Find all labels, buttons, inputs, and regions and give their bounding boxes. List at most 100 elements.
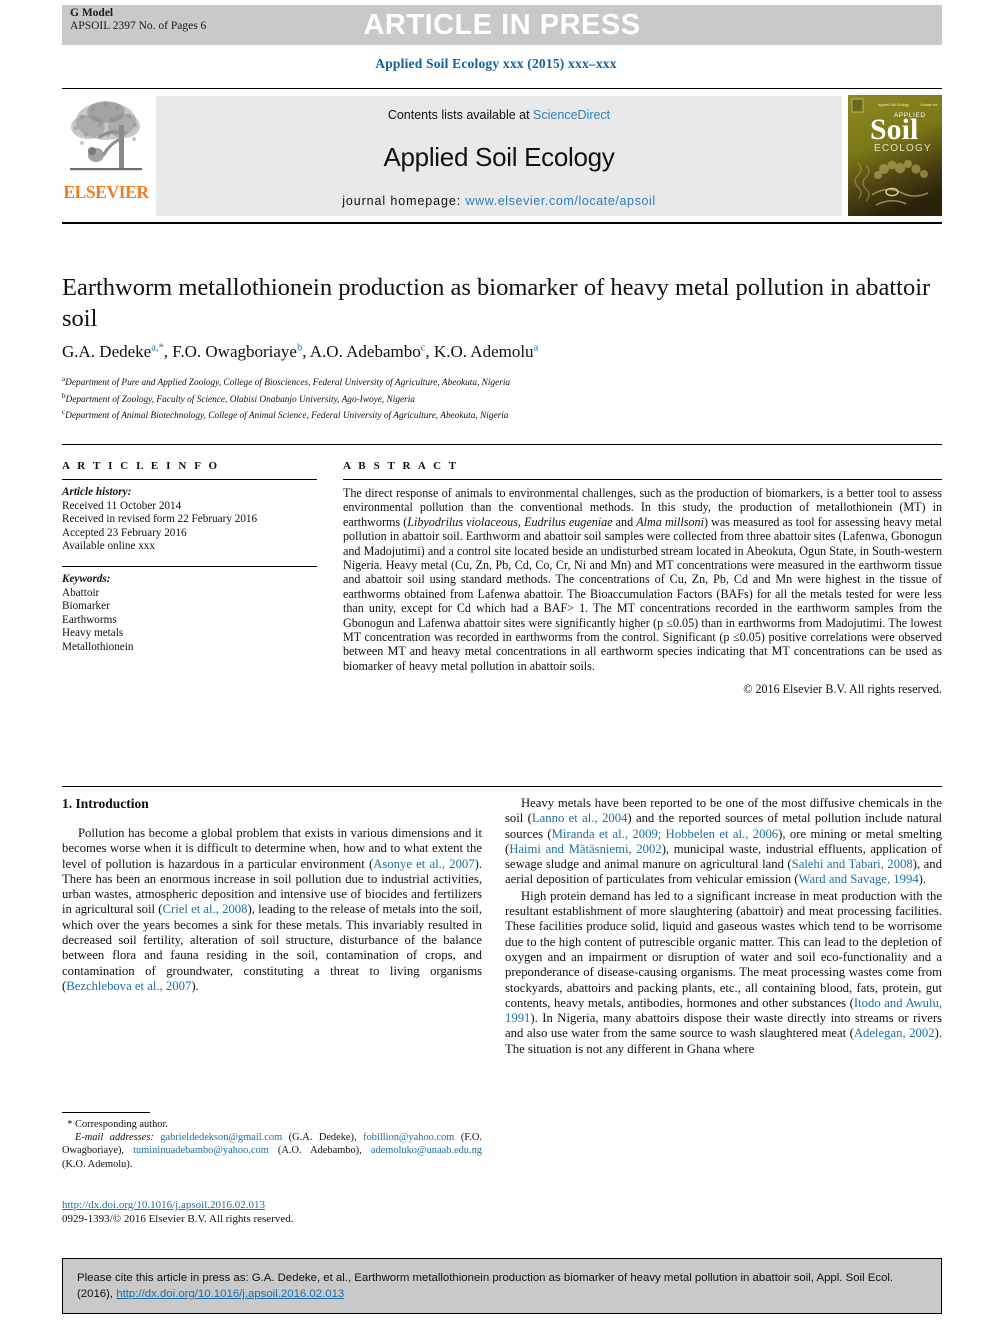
corresponding-marker: * xyxy=(67,1119,73,1130)
affiliation-text: Department of Zoology, Faculty of Scienc… xyxy=(65,394,415,405)
abstract-part: ) was measured as tool for assessing hea… xyxy=(343,514,942,673)
email-link[interactable]: tumininuadebambo@yahoo.com xyxy=(133,1145,269,1156)
author-entry: A.O. Adebamboc xyxy=(310,342,426,361)
corresponding-author-text: Corresponding author. xyxy=(75,1119,168,1130)
citation-link[interactable]: Miranda et al., 2009; Hobbelen et al., 2… xyxy=(552,827,779,841)
svg-text:Applied Soil Ecology: Applied Soil Ecology xyxy=(878,103,909,107)
intro-paragraph-right-1: Heavy metals have been reported to be on… xyxy=(505,796,942,888)
sciencedirect-link[interactable]: ScienceDirect xyxy=(533,108,610,122)
divider-below-abstract xyxy=(62,786,942,787)
intro-paragraph-left: Pollution has become a global problem th… xyxy=(62,826,482,994)
author-name: F.O. Owagboriaye xyxy=(172,342,297,361)
abstract-section: A B S T R A C T The direct response of a… xyxy=(343,460,942,697)
page-title: Earthworm metallothionein production as … xyxy=(62,274,931,332)
author-entry: K.O. Ademolua xyxy=(434,342,538,361)
abstract-part: and xyxy=(612,514,637,529)
email-link[interactable]: ademoluko@unaab.edu.ng xyxy=(371,1145,482,1156)
affiliation-text: Department of Animal Biotechnology, Coll… xyxy=(65,411,509,422)
journal-reference: Applied Soil Ecology xxx (2015) xxx–xxx xyxy=(375,56,617,71)
intro-paragraph-right-2: High protein demand has led to a signifi… xyxy=(505,889,942,1057)
author-sep: , xyxy=(302,342,310,361)
article-info-heading: A R T I C L E I N F O xyxy=(62,460,220,472)
svg-text:Volume xxx: Volume xxx xyxy=(920,103,938,107)
keywords-rule xyxy=(62,565,317,567)
elsevier-wordmark: ELSEVIER xyxy=(63,182,149,202)
author-sup: a,* xyxy=(151,342,164,354)
elsevier-tree-icon xyxy=(70,101,142,171)
contents-box: Contents lists available at ScienceDirec… xyxy=(156,96,842,216)
homepage-prefix: journal homepage: xyxy=(342,194,466,208)
g-model-label: G Model xyxy=(70,7,114,19)
journal-cover-thumbnail: Applied Soil Ecology Volume xxx APPLIED … xyxy=(848,95,942,216)
citation-link[interactable]: Lanno et al., 2004 xyxy=(532,811,627,825)
keyword-item: Metallothionein xyxy=(62,640,134,653)
history-item: Received in revised form 22 February 201… xyxy=(62,513,258,526)
author-entry: F.O. Owagboriayeb xyxy=(172,342,302,361)
para-text: ). xyxy=(191,978,199,993)
history-item: Accepted 23 February 2016 xyxy=(62,526,187,539)
article-page: ARTICLE IN PRESS G Model APSOIL 2397 No.… xyxy=(0,0,992,1323)
species-name: Libyodrilus violaceous, Eudrilus eugenia… xyxy=(407,514,613,529)
para-text: High protein demand has led to a signifi… xyxy=(505,888,942,1010)
issn-copyright-line: 0929-1393/© 2016 Elsevier B.V. All right… xyxy=(62,1213,294,1225)
email-owner: (K.O. Ademolu). xyxy=(62,1158,133,1170)
citation-link[interactable]: Asonye et al., 2007 xyxy=(373,857,474,871)
citation-link[interactable]: Bezchlebova et al., 2007 xyxy=(66,979,191,993)
contents-prefix: Contents lists available at xyxy=(387,108,534,122)
species-name: Alma millsoni xyxy=(636,514,704,529)
footnote-block: * Corresponding author. E-mail addresses… xyxy=(62,1118,482,1171)
affiliation-item: cDepartment of Animal Biotechnology, Col… xyxy=(62,406,942,423)
elsevier-logo: ELSEVIER xyxy=(62,89,150,222)
affiliation-item: bDepartment of Zoology, Faculty of Scien… xyxy=(62,390,942,407)
cite-this-article-box: Please cite this article in press as: G.… xyxy=(62,1258,942,1314)
author-list: G.A. Dedekea,*, F.O. Owagboriayeb, A.O. … xyxy=(62,342,942,362)
citation-link[interactable]: Salehi and Tabari, 2008 xyxy=(792,857,913,871)
citation-link[interactable]: Adelegan, 2002 xyxy=(854,1026,935,1040)
journal-homepage-line: journal homepage: www.elsevier.com/locat… xyxy=(156,194,842,208)
author-sup: a xyxy=(533,342,539,354)
svg-text:ECOLOGY: ECOLOGY xyxy=(874,143,932,154)
email-link[interactable]: fobillion@yahoo.com xyxy=(363,1132,454,1143)
keyword-item: Biomarker xyxy=(62,600,110,613)
abstract-copyright: © 2016 Elsevier B.V. All rights reserved… xyxy=(743,682,942,697)
article-history-block: Article history: Received 11 October 201… xyxy=(62,486,317,554)
g-model-block: G Model APSOIL 2397 No. of Pages 6 xyxy=(70,7,206,33)
para-text: ). xyxy=(918,872,927,887)
article-info-section: A R T I C L E I N F O Article history: R… xyxy=(62,460,317,655)
author-name: G.A. Dedeke xyxy=(62,342,152,361)
contents-available-line: Contents lists available at ScienceDirec… xyxy=(156,96,842,122)
author-name: K.O. Ademolu xyxy=(433,342,534,361)
email-link[interactable]: gabrieldedekson@gmail.com xyxy=(160,1132,282,1143)
abstract-rule xyxy=(343,479,942,480)
history-item: Received 11 October 2014 xyxy=(62,499,182,512)
affiliation-list: aDepartment of Pure and Applied Zoology,… xyxy=(62,373,942,423)
corresponding-author-line: * Corresponding author. xyxy=(62,1118,482,1131)
footnote-divider xyxy=(62,1112,150,1113)
body-column-left: 1. Introduction Pollution has become a g… xyxy=(62,796,482,995)
citation-link[interactable]: Haimi and Mätäsniemi, 2002 xyxy=(509,842,661,856)
citation-link[interactable]: Ward and Savage, 1994 xyxy=(798,872,918,886)
journal-homepage-link[interactable]: www.elsevier.com/locate/apsoil xyxy=(465,194,655,208)
cite-doi-link[interactable]: http://dx.doi.org/10.1016/j.apsoil.2016.… xyxy=(116,1288,344,1300)
email-owner: (A.O. Adebambo), xyxy=(277,1145,362,1157)
abstract-heading: A B S T R A C T xyxy=(343,460,459,472)
article-history-label: Article history: xyxy=(62,486,132,498)
section-heading-introduction: 1. Introduction xyxy=(62,796,149,811)
keyword-item: Earthworms xyxy=(62,613,117,626)
doi-link[interactable]: http://dx.doi.org/10.1016/j.apsoil.2016.… xyxy=(62,1199,265,1211)
doi-issn-block: http://dx.doi.org/10.1016/j.apsoil.2016.… xyxy=(62,1198,492,1226)
keywords-block: Keywords: Abattoir Biomarker Earthworms … xyxy=(62,573,317,655)
article-info-rule xyxy=(62,479,317,480)
journal-cover-image: Applied Soil Ecology Volume xxx APPLIED … xyxy=(848,95,942,216)
body-column-right: Heavy metals have been reported to be on… xyxy=(505,796,942,1058)
citation-link[interactable]: Criel et al., 2008 xyxy=(163,902,248,916)
author-name: A.O. Adebambo xyxy=(309,342,421,361)
keyword-item: Abattoir xyxy=(62,586,100,599)
divider-above-article-info xyxy=(62,444,942,445)
affiliation-item: aDepartment of Pure and Applied Zoology,… xyxy=(62,373,942,390)
journal-masthead: ELSEVIER Contents lists available at Sci… xyxy=(62,88,942,224)
svg-text:Soil: Soil xyxy=(870,113,918,146)
keyword-item: Heavy metals xyxy=(62,627,124,640)
email-addresses-line: E-mail addresses: gabrieldedekson@gmail.… xyxy=(62,1131,482,1171)
history-item: Available online xxx xyxy=(62,540,155,553)
